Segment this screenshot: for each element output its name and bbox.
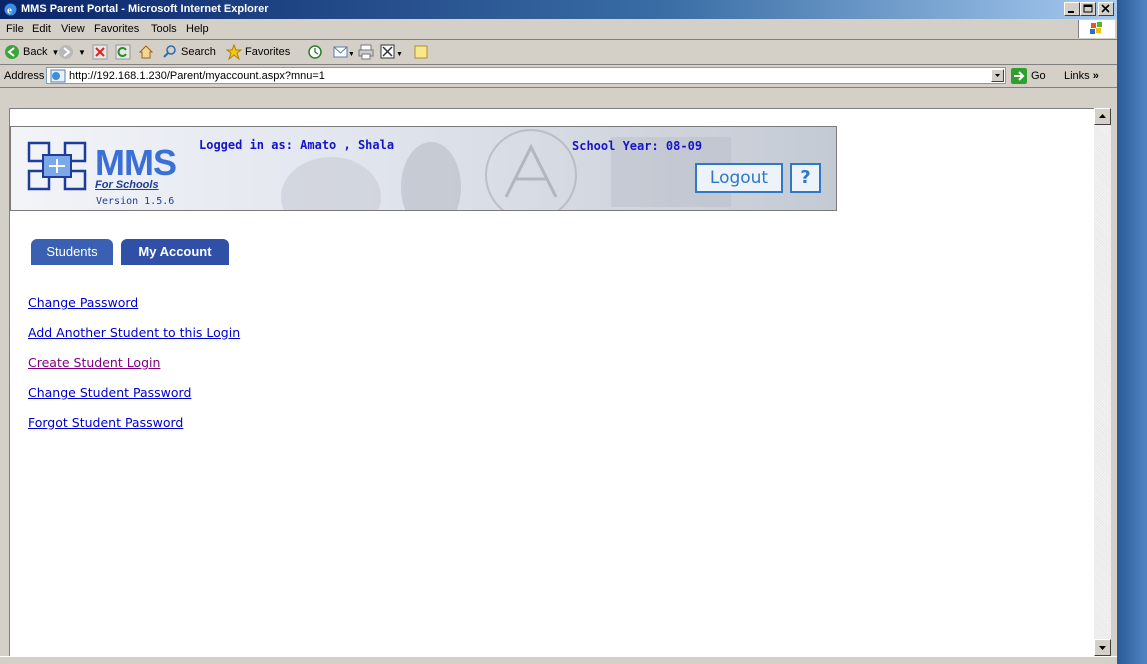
minimize-button[interactable]	[1064, 2, 1080, 16]
status-bar	[0, 656, 1117, 664]
close-button[interactable]	[1098, 2, 1114, 16]
create-student-login-link[interactable]: Create Student Login	[28, 355, 160, 370]
logged-in-label: Logged in as: Amato , Shala	[199, 138, 395, 152]
toolbar: Back ▼ ▼ Search Favorites ▼ ▼	[0, 40, 1117, 65]
svg-text:e: e	[7, 5, 12, 17]
go-arrow-icon	[1011, 68, 1027, 84]
menu-tools[interactable]: Tools	[151, 23, 177, 35]
address-bar: Address http://192.168.1.230/Parent/myac…	[0, 65, 1117, 88]
portal-header: MMS For Schools Version 1.5.6 Logged in …	[10, 126, 837, 211]
title-bar: e MMS Parent Portal - Microsoft Internet…	[0, 0, 1117, 19]
history-icon	[308, 45, 322, 59]
menu-edit[interactable]: Edit	[32, 23, 51, 35]
mms-logo-icon	[27, 141, 87, 191]
menu-bar: File Edit View Favorites Tools Help	[0, 19, 1117, 40]
forward-button[interactable]: ▼	[58, 44, 86, 60]
browser-window: e MMS Parent Portal - Microsoft Internet…	[0, 0, 1117, 664]
scroll-up-button[interactable]	[1094, 108, 1111, 125]
scroll-down-button[interactable]	[1094, 639, 1111, 656]
notes-icon	[414, 45, 428, 59]
logout-button[interactable]: Logout	[695, 163, 783, 193]
menu-favorites[interactable]: Favorites	[94, 23, 139, 35]
windows-logo-icon	[1078, 20, 1115, 38]
search-icon	[163, 45, 176, 58]
address-label: Address	[4, 70, 45, 82]
stop-button[interactable]	[92, 44, 108, 60]
mail-button[interactable]: ▼	[333, 44, 353, 60]
logo-wordmark: MMS	[95, 142, 177, 183]
home-icon	[138, 45, 154, 59]
window-title: MMS Parent Portal - Microsoft Internet E…	[21, 3, 269, 15]
vertical-scrollbar[interactable]	[1094, 108, 1111, 656]
menu-view[interactable]: View	[61, 23, 85, 35]
add-student-link[interactable]: Add Another Student to this Login	[28, 325, 240, 340]
tab-my-account[interactable]: My Account	[121, 239, 229, 265]
print-icon	[358, 44, 374, 60]
stop-icon	[92, 44, 108, 60]
home-button[interactable]	[138, 44, 154, 60]
print-button[interactable]	[358, 44, 374, 60]
change-student-password-link[interactable]: Change Student Password	[28, 385, 191, 400]
address-input[interactable]: http://192.168.1.230/Parent/myaccount.as…	[46, 67, 1006, 84]
version-label: Version 1.5.6	[96, 196, 175, 207]
favorites-button[interactable]: Favorites	[226, 44, 290, 60]
address-url: http://192.168.1.230/Parent/myaccount.as…	[69, 70, 325, 82]
page-content: MMS For Schools Version 1.5.6 Logged in …	[9, 108, 1094, 657]
edit-page-icon: ▼	[380, 44, 403, 59]
menu-help[interactable]: Help	[186, 23, 209, 35]
refresh-button[interactable]	[115, 44, 131, 60]
svg-text:▼: ▼	[348, 51, 353, 58]
mail-icon: ▼	[333, 46, 353, 58]
search-button[interactable]: Search	[162, 44, 216, 60]
forward-arrow-icon	[59, 45, 73, 59]
tab-students[interactable]: Students	[31, 239, 113, 265]
logo-subtitle: For Schools	[95, 179, 159, 191]
edit-button[interactable]: ▼	[380, 44, 404, 60]
history-button[interactable]	[307, 44, 323, 60]
ie-icon: e	[4, 3, 17, 17]
help-button[interactable]: ?	[790, 163, 821, 193]
page-icon	[50, 69, 66, 83]
go-button[interactable]: Go	[1011, 68, 1046, 84]
maximize-button[interactable]	[1080, 2, 1096, 16]
back-arrow-icon	[5, 45, 19, 59]
back-button[interactable]: Back ▼	[4, 44, 59, 60]
forgot-student-password-link[interactable]: Forgot Student Password	[28, 415, 183, 430]
desktop-background	[1117, 0, 1147, 664]
links-button[interactable]: Links »	[1064, 70, 1099, 82]
svg-text:▼: ▼	[396, 51, 403, 58]
star-icon	[226, 44, 242, 60]
change-password-link[interactable]: Change Password	[28, 295, 138, 310]
refresh-icon	[115, 44, 131, 60]
school-year-label: School Year: 08-09	[572, 139, 703, 153]
address-dropdown[interactable]	[991, 69, 1004, 82]
notes-button[interactable]	[413, 44, 429, 60]
menu-file[interactable]: File	[6, 23, 24, 35]
